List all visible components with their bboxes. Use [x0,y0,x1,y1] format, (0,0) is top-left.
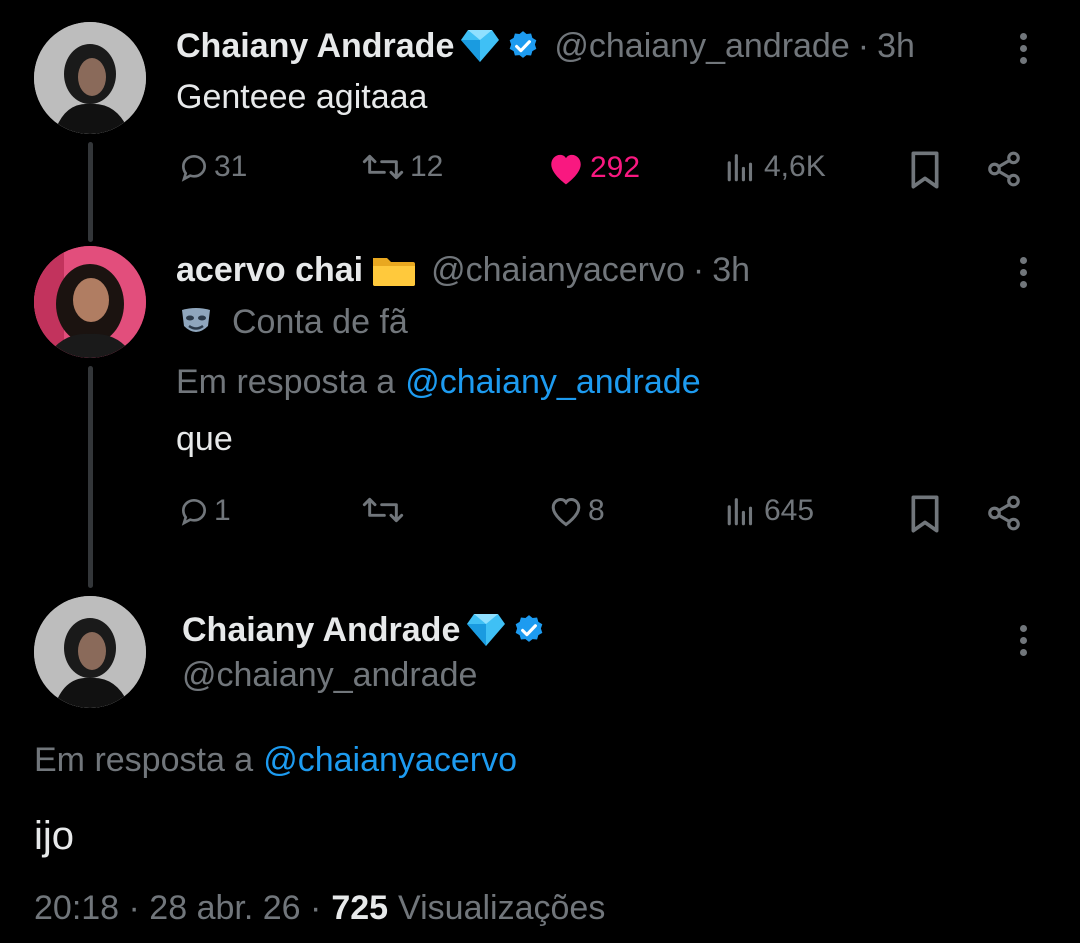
tweet-2-text: que [176,420,233,458]
tweet-2-time[interactable]: 3h [712,251,750,290]
tweet-2-more-icon[interactable] [1018,252,1028,293]
tweet-1-reply-count: 31 [214,150,248,183]
main-tweet-author[interactable]: Chaiany Andrade [182,611,460,650]
reply-icon [181,498,207,526]
tweet-1-like-count: 292 [590,151,641,184]
retweet-icon [362,154,404,180]
tweet-1-like-button[interactable]: 292 [546,150,640,186]
share-icon [988,151,1020,187]
reply-to-link[interactable]: @chaiany_andrade [405,363,700,402]
main-tweet-timestamp[interactable]: 20:18 · 28 abr. 26 · [34,889,321,928]
main-tweet-reply-context: Em resposta a @chaianyacervo [34,738,517,782]
avatar-photo [34,22,146,134]
main-tweet-header: Chaiany Andrade [182,608,546,652]
diamond-icon [461,30,500,62]
thread-line-2 [88,366,93,588]
tweet-2-header: acervo chai @chaianyacervo · 3h [176,248,750,292]
tweet-2-author[interactable]: acervo chai [176,251,363,290]
tweet-2-retweet-button[interactable] [360,494,410,526]
tweet-1-retweet-button[interactable]: 12 [360,150,443,184]
views-icon [727,154,753,182]
reply-prefix: Em resposta a [176,362,396,401]
diamond-icon [467,614,506,646]
tweet-1-views-button[interactable]: 4,6K [724,150,826,184]
tweet-2-label-text: Conta de fã [232,302,408,341]
share-icon [988,495,1020,531]
tweet-2-reply-context: Em resposta a @chaiany_andrade [176,360,701,404]
avatar-chaiany-andrade[interactable] [34,22,146,134]
main-tweet-handle[interactable]: @chaiany_andrade [182,656,477,695]
main-tweet-views-count: 725 [331,888,389,927]
tweet-1-bookmark-button[interactable] [908,150,942,190]
verified-icon [516,615,543,642]
tweet-2-reply-button[interactable]: 1 [178,494,231,528]
tweet-1-text: Genteee agitaaa [176,78,428,116]
heart-filled-icon [551,154,581,185]
tweet-2-like-button[interactable]: 8 [548,494,605,528]
tweet-1-share-button[interactable] [984,150,1024,188]
separator-dot: · [692,250,705,289]
main-tweet-more-icon[interactable] [1018,620,1028,661]
reply-icon [181,154,207,182]
tweet-2-views-count: 645 [764,494,815,527]
views-icon [727,498,753,526]
tweet-1-reply-button[interactable]: 31 [178,150,247,184]
tweet-1-time[interactable]: 3h [877,27,915,66]
tweet-2-handle[interactable]: @chaianyacervo [431,251,685,290]
heart-icon [551,497,581,527]
tweet-2-fan-label: Conta de fã [178,300,408,344]
main-tweet-meta: 20:18 · 28 abr. 26 · 725 Visualizações [34,886,605,930]
tweet-2-bookmark-button[interactable] [908,494,942,534]
retweet-icon [362,497,404,523]
thread-line-1 [88,142,93,242]
bookmark-icon [911,151,939,189]
avatar-photo [34,246,146,358]
reply-prefix: Em resposta a [34,740,254,779]
tweet-1-author[interactable]: Chaiany Andrade [176,27,454,66]
tweet-1-header: Chaiany Andrade @chaiany_andrade · 3h [176,24,915,68]
verified-icon [510,31,537,58]
tweet-2-like-count: 8 [588,494,605,527]
avatar-photo [34,596,146,708]
tweet-1-more-icon[interactable] [1018,28,1028,69]
main-tweet-views-label: Visualizações [398,888,606,927]
separator-dot: · [857,26,870,65]
main-tweet-text: ijo [34,814,75,858]
tweet-2-views-button[interactable]: 645 [724,494,814,528]
tweet-1-retweet-count: 12 [410,150,444,183]
avatar-chaiany-andrade-main[interactable] [34,596,146,708]
reply-to-link[interactable]: @chaianyacervo [263,741,517,780]
folder-icon [373,258,416,286]
tweet-1-views-count: 4,6K [764,150,826,183]
tweet-2-share-button[interactable] [984,494,1024,532]
masks-icon [182,308,210,332]
tweet-2-reply-count: 1 [214,494,231,527]
tweet-1-handle[interactable]: @chaiany_andrade [554,27,849,66]
avatar-acervo-chai[interactable] [34,246,146,358]
bookmark-icon [911,495,939,533]
